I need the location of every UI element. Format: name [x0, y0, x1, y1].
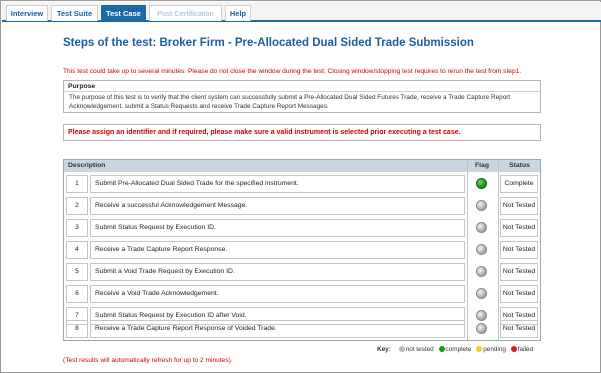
step-number: 3 — [66, 219, 88, 237]
step-description: Submit a Void Trade Request by Execution… — [90, 263, 465, 281]
tab-test-suite[interactable]: Test Suite — [51, 5, 98, 21]
page-title: Steps of the test: Broker Firm - Pre-All… — [63, 37, 474, 49]
not-tested-flag-icon — [476, 200, 487, 211]
table-row: 3 Submit Status Request by Execution ID.… — [64, 217, 540, 239]
refresh-note: (Test results will automatically refresh… — [63, 357, 233, 364]
step-description: Receive a Trade Capture Report Response. — [90, 241, 465, 259]
header-status: Status — [509, 162, 530, 169]
step-status: Complete — [500, 175, 538, 193]
table-row: 1 Submit Pre-Allocated Dual Sided Trade … — [64, 173, 540, 195]
step-status: Not Tested — [500, 241, 538, 259]
step-status: Not Tested — [500, 320, 538, 338]
step-status: Not Tested — [500, 219, 538, 237]
test-steps-table: Description Flag Status 1 Submit Pre-All… — [63, 159, 541, 341]
pending-dot-icon — [476, 346, 483, 352]
test-duration-warning: This test could take up to several minut… — [63, 68, 522, 75]
assign-identifier-notice: Please assign an identifier and if requi… — [63, 124, 541, 141]
table-row: 4 Receive a Trade Capture Report Respons… — [64, 239, 540, 261]
header-flag: Flag — [475, 162, 489, 169]
step-number: 6 — [66, 285, 88, 303]
app-frame: Interview Test Suite Test Case Post Cert… — [0, 0, 601, 373]
step-description: Receive a Trade Capture Report Response … — [90, 320, 465, 338]
step-number: 8 — [66, 320, 88, 338]
not-tested-flag-icon — [476, 323, 487, 334]
table-row: 5 Submit a Void Trade Request by Executi… — [64, 261, 540, 283]
step-description: Receive a Void Trade Acknowledgement. — [90, 285, 465, 303]
not-tested-dot-icon — [398, 346, 405, 352]
step-status: Not Tested — [500, 263, 538, 281]
not-tested-flag-icon — [476, 222, 487, 233]
flag-legend: Key: not tested complete pending failed — [377, 346, 533, 356]
step-number: 5 — [66, 263, 88, 281]
step-description: Submit Status Request by Execution ID. — [90, 219, 465, 237]
not-tested-flag-icon — [476, 244, 487, 255]
purpose-text: The purpose of this test is to verify th… — [69, 94, 511, 110]
table-row: 6 Receive a Void Trade Acknowledgement. … — [64, 283, 540, 305]
purpose-box: Purpose The purpose of this test is to v… — [63, 80, 541, 113]
failed-dot-icon — [510, 346, 517, 352]
step-status: Not Tested — [500, 285, 538, 303]
step-status: Not Tested — [500, 197, 538, 215]
tab-test-case[interactable]: Test Case — [101, 5, 146, 21]
step-number: 4 — [66, 241, 88, 259]
tab-post-certification: Post Certification — [149, 5, 222, 21]
step-description: Receive a successful Acknowledgement Mes… — [90, 197, 465, 215]
tab-interview[interactable]: Interview — [6, 5, 48, 21]
legend-complete: complete — [445, 346, 472, 353]
legend-failed: failed — [517, 346, 534, 353]
step-description: Submit Pre-Allocated Dual Sided Trade fo… — [90, 175, 465, 193]
not-tested-flag-icon — [476, 266, 487, 277]
table-header: Description Flag Status — [64, 160, 540, 172]
legend-not-tested: not tested — [405, 346, 434, 353]
step-number: 2 — [66, 197, 88, 215]
purpose-heading: Purpose — [64, 81, 540, 92]
not-tested-flag-icon — [476, 288, 487, 299]
tab-help[interactable]: Help — [225, 5, 251, 21]
legend-label: Key: — [377, 346, 391, 353]
complete-dot-icon — [438, 346, 445, 352]
complete-flag-icon — [476, 178, 487, 189]
legend-pending: pending — [483, 346, 506, 353]
step-number: 1 — [66, 175, 88, 193]
table-row: 8 Receive a Trade Capture Report Respons… — [64, 319, 540, 340]
header-description: Description — [68, 162, 106, 169]
table-row: 2 Receive a successful Acknowledgement M… — [64, 195, 540, 217]
tab-bar: Interview Test Suite Test Case Post Cert… — [2, 2, 601, 22]
